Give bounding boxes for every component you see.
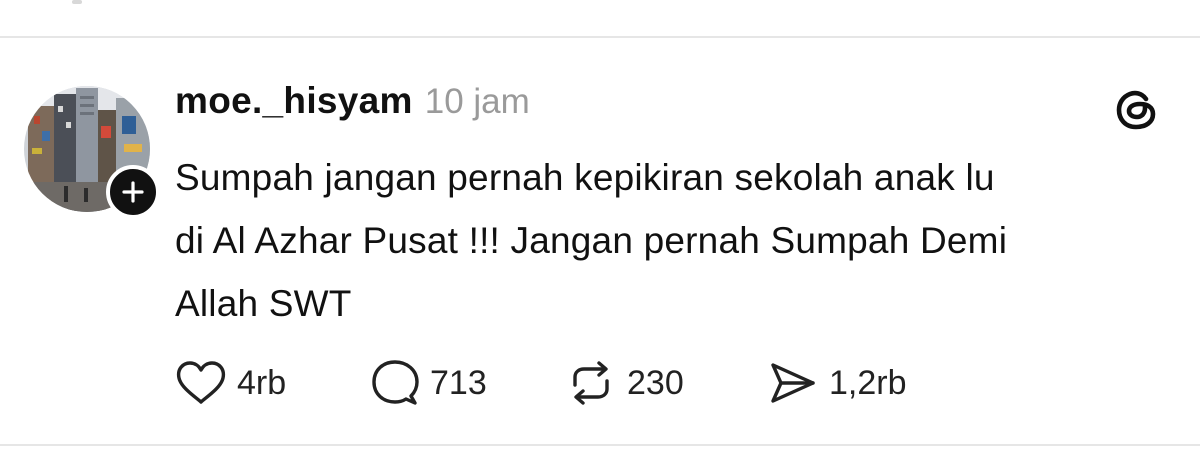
- reply-button[interactable]: 713: [370, 355, 487, 411]
- repost-icon: [573, 361, 609, 405]
- username-link[interactable]: moe._hisyam: [175, 80, 413, 122]
- previous-post-stub: [72, 0, 82, 4]
- like-count: 4rb: [237, 363, 287, 402]
- avatar-container[interactable]: [24, 86, 160, 219]
- post-text-line: Allah SWT: [175, 283, 352, 324]
- post-timestamp[interactable]: 10 jam: [425, 82, 530, 122]
- send-icon: [771, 363, 815, 403]
- comment-icon: [372, 360, 419, 405]
- post-text-line: di Al Azhar Pusat !!! Jangan pernah Sump…: [175, 220, 1008, 261]
- threads-post-screen: moe._hisyam 10 jam Sumpah jangan pernah …: [0, 0, 1200, 457]
- threads-logo-icon[interactable]: [1111, 82, 1163, 134]
- repost-count: 230: [627, 363, 684, 402]
- post-header: moe._hisyam 10 jam: [175, 80, 530, 128]
- post-body: Sumpah jangan pernah kepikiran sekolah a…: [175, 146, 1175, 335]
- post-text-line: Sumpah jangan pernah kepikiran sekolah a…: [175, 157, 995, 198]
- share-button[interactable]: 1,2rb: [767, 355, 907, 411]
- heart-icon: [176, 361, 226, 404]
- bottom-divider: [0, 444, 1200, 446]
- share-count: 1,2rb: [829, 363, 907, 402]
- like-button[interactable]: 4rb: [175, 355, 286, 411]
- top-divider: [0, 36, 1200, 38]
- reply-count: 713: [430, 363, 487, 402]
- repost-button[interactable]: 230: [565, 355, 684, 411]
- plus-icon: [122, 181, 144, 203]
- follow-button[interactable]: [106, 165, 160, 219]
